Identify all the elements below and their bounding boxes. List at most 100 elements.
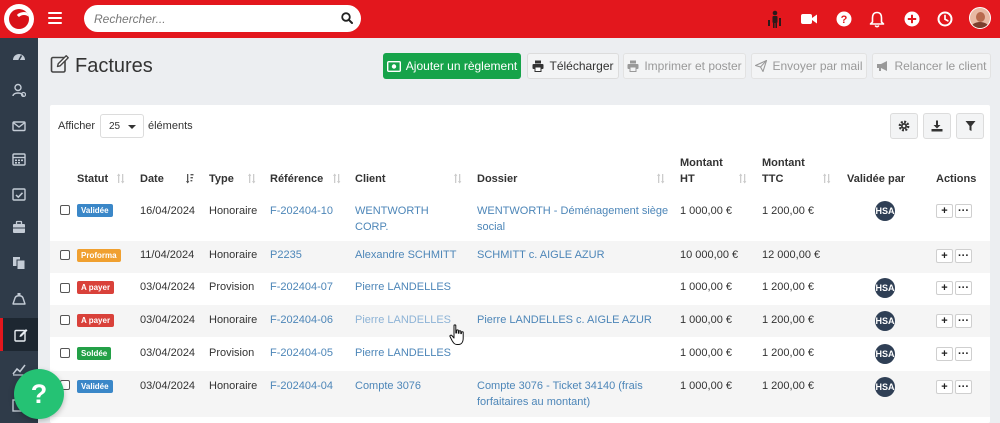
row-checkbox[interactable] bbox=[60, 283, 70, 293]
row-type: Honoraire bbox=[209, 314, 258, 326]
header-date[interactable]: Date bbox=[140, 171, 164, 187]
row-client-link[interactable]: Alexandre SCHMITT bbox=[355, 247, 456, 263]
row-date: 03/04/2024 bbox=[140, 314, 196, 326]
clock-icon[interactable] bbox=[935, 9, 955, 29]
dossier-line2: social bbox=[477, 221, 506, 233]
row-dossier-link[interactable]: Compte 3076 - Ticket 34140 (frais forfait… bbox=[477, 378, 643, 410]
header-montant-ttc[interactable]: Montant TTC bbox=[762, 155, 805, 187]
row-dossier-link[interactable]: Pierre LANDELLES c. AIGLE AZUR bbox=[477, 312, 652, 328]
sort-icon[interactable] bbox=[823, 173, 831, 184]
row-date: 03/04/2024 bbox=[140, 281, 196, 293]
validator-avatar: HSA bbox=[875, 344, 895, 364]
validator-avatar: HSA bbox=[875, 377, 895, 397]
row-more-button[interactable]: ··· bbox=[955, 347, 972, 361]
sort-icon[interactable] bbox=[117, 173, 125, 184]
settings-button[interactable] bbox=[890, 113, 918, 139]
header-client[interactable]: Client bbox=[355, 171, 386, 187]
sort-icon[interactable] bbox=[739, 173, 747, 184]
bell-icon[interactable] bbox=[867, 9, 887, 29]
page-title: Factures bbox=[75, 55, 153, 77]
row-more-button[interactable]: ··· bbox=[955, 204, 972, 218]
header-type[interactable]: Type bbox=[209, 171, 234, 187]
row-checkbox[interactable] bbox=[60, 250, 70, 260]
sort-icon[interactable] bbox=[454, 173, 462, 184]
sidebar-item-timer[interactable] bbox=[0, 282, 38, 315]
row-checkbox[interactable] bbox=[60, 315, 70, 325]
row-amount-ttc: 1 200,00 € bbox=[762, 314, 814, 326]
sort-desc-icon[interactable] bbox=[186, 173, 194, 184]
filter-button[interactable] bbox=[956, 113, 984, 139]
help-icon[interactable]: ? bbox=[834, 9, 854, 29]
row-reference-link[interactable]: F-202404-07 bbox=[270, 279, 333, 295]
download-button[interactable]: Télécharger bbox=[527, 53, 619, 79]
hamburger-icon[interactable] bbox=[48, 12, 62, 24]
sidebar-item-dashboard[interactable] bbox=[0, 40, 38, 73]
row-add-button[interactable]: + bbox=[936, 204, 953, 218]
row-dossier-link[interactable]: SCHMITT c. AIGLE AZUR bbox=[477, 247, 605, 263]
download-export-button[interactable] bbox=[923, 113, 951, 139]
sidebar-item-briefcase[interactable] bbox=[0, 210, 38, 243]
print-post-button[interactable]: Imprimer et poster bbox=[623, 53, 746, 79]
validator-avatar: HSA bbox=[875, 201, 895, 221]
header-montant-ttc-line1: Montant bbox=[762, 157, 805, 169]
page-size-select[interactable]: 25 bbox=[100, 114, 144, 138]
row-more-button[interactable]: ··· bbox=[955, 380, 972, 394]
row-client-link[interactable]: Pierre LANDELLES bbox=[355, 345, 451, 361]
row-reference-link[interactable]: F-202404-10 bbox=[270, 203, 333, 219]
header-montant-ht[interactable]: Montant HT bbox=[680, 155, 723, 187]
send-mail-button[interactable]: Envoyer par mail bbox=[751, 53, 867, 79]
row-add-button[interactable]: + bbox=[936, 249, 953, 263]
header-reference[interactable]: Référence bbox=[270, 171, 323, 187]
sidebar-item-tasks[interactable] bbox=[0, 177, 38, 210]
row-reference-link[interactable]: F-202404-05 bbox=[270, 345, 333, 361]
row-add-button[interactable]: + bbox=[936, 347, 953, 361]
header-dossier[interactable]: Dossier bbox=[477, 171, 517, 187]
row-reference-link[interactable]: P2235 bbox=[270, 247, 302, 263]
row-checkbox[interactable] bbox=[60, 205, 70, 215]
header-validee-par: Validée par bbox=[847, 173, 906, 185]
row-more-button[interactable]: ··· bbox=[955, 281, 972, 295]
sidebar-item-mail[interactable] bbox=[0, 109, 38, 142]
sort-icon[interactable] bbox=[333, 173, 341, 184]
row-client-link[interactable]: Pierre LANDELLES bbox=[355, 279, 451, 295]
paper-plane-icon bbox=[755, 60, 768, 72]
remind-client-button[interactable]: Relancer le client bbox=[872, 53, 991, 79]
row-reference-link[interactable]: F-202404-04 bbox=[270, 378, 333, 394]
row-dossier-link[interactable]: WENTWORTH - Déménagement siège social bbox=[477, 203, 668, 235]
dossier-line1: Compte 3076 - Ticket 34140 (frais bbox=[477, 380, 643, 392]
help-chat-button[interactable]: ? bbox=[14, 369, 64, 419]
search-icon[interactable] bbox=[341, 12, 353, 24]
contacts-icon bbox=[12, 83, 26, 97]
sidebar-item-documents[interactable] bbox=[0, 246, 38, 279]
stats-person-icon[interactable] bbox=[765, 9, 785, 29]
row-amount-ht: 1 000,00 € bbox=[680, 314, 732, 326]
sidebar-item-contacts[interactable] bbox=[0, 73, 38, 106]
status-badge: Soldée bbox=[77, 347, 112, 360]
briefcase-icon bbox=[13, 220, 25, 233]
app-logo[interactable] bbox=[4, 4, 34, 34]
row-more-button[interactable]: ··· bbox=[955, 314, 972, 328]
row-more-button[interactable]: ··· bbox=[955, 249, 972, 263]
plus-icon[interactable] bbox=[902, 9, 922, 29]
search-input[interactable] bbox=[84, 5, 324, 32]
sort-icon[interactable] bbox=[657, 173, 665, 184]
header-statut[interactable]: Statut bbox=[77, 171, 108, 187]
row-reference-link[interactable]: F-202404-06 bbox=[270, 312, 333, 328]
row-add-button[interactable]: + bbox=[936, 314, 953, 328]
row-add-button[interactable]: + bbox=[936, 281, 953, 295]
row-type: Honoraire bbox=[209, 249, 258, 261]
row-add-button[interactable]: + bbox=[936, 380, 953, 394]
sidebar-item-calendar[interactable] bbox=[0, 142, 38, 175]
row-checkbox[interactable] bbox=[60, 348, 70, 358]
video-icon[interactable] bbox=[799, 9, 819, 29]
dossier-line1: WENTWORTH - Déménagement siège bbox=[477, 205, 669, 217]
row-client-link[interactable]: WENTWORTH CORP. bbox=[355, 203, 429, 235]
row-client-link[interactable]: Compte 3076 bbox=[355, 378, 421, 394]
elements-label: éléments bbox=[148, 120, 193, 132]
user-avatar[interactable] bbox=[969, 7, 991, 29]
sort-icon[interactable] bbox=[248, 173, 256, 184]
add-payment-button[interactable]: Ajouter un règlement bbox=[383, 53, 521, 79]
sidebar-item-invoices[interactable] bbox=[0, 318, 38, 351]
row-client-link[interactable]: Pierre LANDELLES bbox=[355, 312, 451, 328]
print-icon bbox=[532, 60, 544, 72]
